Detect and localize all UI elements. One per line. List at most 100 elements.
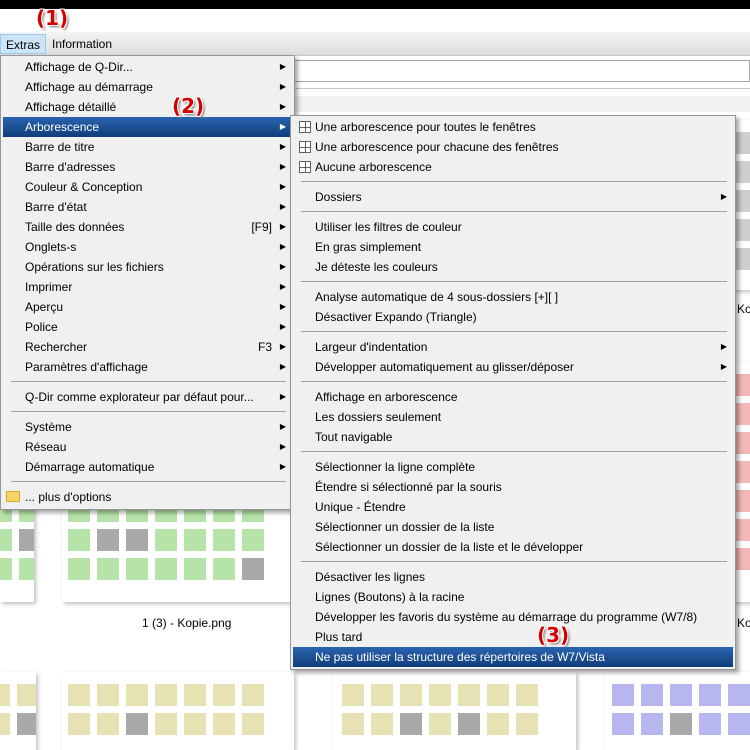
- thumbnail-cell: [736, 461, 750, 483]
- menu-item[interactable]: Onglets-s ▶: [3, 237, 292, 257]
- menu-item-label: Unique - Étendre: [315, 500, 406, 514]
- menu-item[interactable]: Ne pas utiliser la structure des réperto…: [293, 647, 733, 667]
- address-bar[interactable]: [290, 60, 750, 82]
- menu-item-label: Ne pas utiliser la structure des réperto…: [315, 650, 605, 664]
- submenu-arrow-icon: ▶: [279, 392, 286, 401]
- thumbnail-cell: [516, 713, 538, 735]
- toolbar-divider: [290, 88, 750, 89]
- thumbnail-cell: [97, 558, 119, 580]
- menu-item[interactable]: Aucune arborescence: [293, 157, 733, 177]
- menu-item[interactable]: Démarrage automatique ▶: [3, 457, 292, 477]
- menu-item-label: Barre d'adresses: [25, 160, 116, 174]
- thumbnail-grid: [0, 500, 34, 580]
- menu-separator: [301, 281, 727, 282]
- menu-item[interactable]: Unique - Étendre: [293, 497, 733, 517]
- menu-item[interactable]: Dossiers ▶: [293, 187, 733, 207]
- menu-item-label: Police: [25, 320, 58, 334]
- menu-item[interactable]: Tout navigable: [293, 427, 733, 447]
- menu-item[interactable]: Affichage de Q-Dir... ▶: [3, 57, 292, 77]
- menu-item[interactable]: Imprimer ▶: [3, 277, 292, 297]
- thumbnail-cell: [641, 713, 663, 735]
- menu-item[interactable]: Désactiver les lignes: [293, 567, 733, 587]
- file-name-partial[interactable]: Ko: [737, 302, 750, 316]
- menu-item-label: Tout navigable: [315, 430, 393, 444]
- menu-item[interactable]: Développer automatiquement au glisser/dé…: [293, 357, 733, 377]
- submenu-arrow-icon: ▶: [279, 462, 286, 471]
- menu-item[interactable]: Les dossiers seulement: [293, 407, 733, 427]
- menu-item[interactable]: Taille des données [F9] ▶: [3, 217, 292, 237]
- thumbnail-cell: [400, 684, 422, 706]
- menu-item[interactable]: Analyse automatique de 4 sous-dossiers […: [293, 287, 733, 307]
- thumbnail-cell: [728, 684, 750, 706]
- menu-item[interactable]: En gras simplement: [293, 237, 733, 257]
- thumbnail-cell: [126, 529, 148, 551]
- menu-item[interactable]: Système ▶: [3, 417, 292, 437]
- menu-item[interactable]: Barre de titre ▶: [3, 137, 292, 157]
- submenu-arrow-icon: ▶: [279, 82, 286, 91]
- thumbnail-cell: [184, 684, 206, 706]
- menu-item[interactable]: Q-Dir comme explorateur par défaut pour.…: [3, 387, 292, 407]
- thumbnail-cell: [242, 558, 264, 580]
- menu-item-label: Une arborescence pour chacune des fenêtr…: [315, 140, 559, 154]
- thumbnail-cell: [641, 684, 663, 706]
- submenu-arrow-icon: ▶: [279, 122, 286, 131]
- file-name-partial[interactable]: Ko: [737, 616, 750, 630]
- thumbnail-cell: [184, 713, 206, 735]
- submenu-arrow-icon: ▶: [279, 442, 286, 451]
- thumbnail-cell: [400, 713, 422, 735]
- menu-item[interactable]: Affichage au démarrage ▶: [3, 77, 292, 97]
- menu-item-label: Dossiers: [315, 190, 362, 204]
- menu-item[interactable]: Opérations sur les fichiers ▶: [3, 257, 292, 277]
- menu-item-label: Arborescence: [25, 120, 100, 134]
- menu-information[interactable]: Information: [47, 34, 117, 54]
- menu-item[interactable]: Sélectionner un dossier de la liste et l…: [293, 537, 733, 557]
- callout-1: (1): [36, 6, 69, 30]
- menu-item[interactable]: Développer les favoris du système au dém…: [293, 607, 733, 627]
- menu-extras[interactable]: Extras: [0, 34, 47, 54]
- menu-item[interactable]: ... plus d'options: [3, 487, 292, 507]
- thumbnail-cell: [487, 684, 509, 706]
- menu-item[interactable]: Lignes (Boutons) à la racine: [293, 587, 733, 607]
- submenu-arrow-icon: ▶: [279, 302, 286, 311]
- thumbnail-cell: [213, 558, 235, 580]
- thumbnail-cell: [736, 374, 750, 396]
- menu-item[interactable]: Affichage détaillé ▶: [3, 97, 292, 117]
- menu-item[interactable]: Sélectionner un dossier de la liste: [293, 517, 733, 537]
- submenu-arrow-icon: ▶: [279, 62, 286, 71]
- thumbnail-cell: [458, 684, 480, 706]
- menu-item[interactable]: Couleur & Conception ▶: [3, 177, 292, 197]
- menu-item[interactable]: Police ▶: [3, 317, 292, 337]
- menu-item[interactable]: Désactiver Expando (Triangle): [293, 307, 733, 327]
- menu-item[interactable]: Paramètres d'affichage ▶: [3, 357, 292, 377]
- folder-icon: [6, 491, 20, 502]
- menu-item[interactable]: Étendre si sélectionné par la souris: [293, 477, 733, 497]
- menu-item[interactable]: Rechercher F3 ▶: [3, 337, 292, 357]
- menu-item[interactable]: Arborescence ▶: [3, 117, 292, 137]
- menu-item[interactable]: Une arborescence pour toutes le fenêtres: [293, 117, 733, 137]
- menu-item[interactable]: Barre d'adresses ▶: [3, 157, 292, 177]
- thumbnail-grid: [736, 374, 750, 570]
- thumbnail-cell: [342, 713, 364, 735]
- menu-item[interactable]: Barre d'état ▶: [3, 197, 292, 217]
- submenu-arrow-icon: ▶: [279, 422, 286, 431]
- menu-item[interactable]: Affichage en arborescence: [293, 387, 733, 407]
- callout-3: (3): [537, 623, 570, 647]
- menu-item[interactable]: Sélectionner la ligne complète: [293, 457, 733, 477]
- menu-item-label: Affichage au démarrage: [25, 80, 153, 94]
- menu-item[interactable]: Aperçu ▶: [3, 297, 292, 317]
- window-top-edge: [0, 0, 750, 9]
- menu-item[interactable]: Largeur d'indentation ▶: [293, 337, 733, 357]
- menu-separator: [301, 181, 727, 182]
- menu-item[interactable]: Je déteste les couleurs: [293, 257, 733, 277]
- menu-item[interactable]: Une arborescence pour chacune des fenêtr…: [293, 137, 733, 157]
- file-name[interactable]: 1 (3) - Kopie.png: [142, 616, 231, 630]
- menu-item[interactable]: Plus tard: [293, 627, 733, 647]
- menu-item[interactable]: Utiliser les filtres de couleur: [293, 217, 733, 237]
- thumbnail-yellow-1[interactable]: [0, 672, 36, 750]
- thumbnail-cell: [736, 432, 750, 454]
- thumbnail-yellow-3[interactable]: [332, 672, 576, 750]
- thumbnail-yellow-2[interactable]: [62, 672, 294, 750]
- thumbnail-purple[interactable]: [604, 672, 750, 750]
- menu-item[interactable]: Réseau ▶: [3, 437, 292, 457]
- thumbnail-cell: [155, 713, 177, 735]
